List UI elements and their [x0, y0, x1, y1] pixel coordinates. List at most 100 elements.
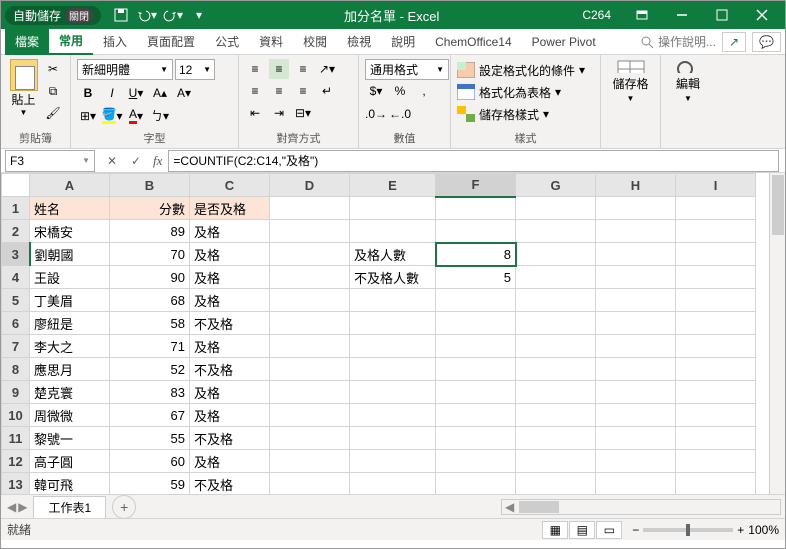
autosave-toggle[interactable]: 自動儲存 關閉	[5, 6, 101, 25]
cell-D9[interactable]	[270, 381, 350, 404]
cells-button[interactable]: 儲存格 ▼	[611, 59, 651, 103]
cell-E10[interactable]	[350, 404, 436, 427]
cell-G8[interactable]	[516, 358, 596, 381]
cell-F3[interactable]: 8	[436, 243, 516, 266]
align-middle-icon[interactable]: ≡	[269, 59, 289, 79]
cell-G11[interactable]	[516, 427, 596, 450]
cell-I9[interactable]	[676, 381, 756, 404]
col-header-D[interactable]: D	[270, 174, 350, 197]
zoom-in-icon[interactable]: +	[737, 523, 744, 537]
number-format-select[interactable]: 通用格式▼	[365, 59, 449, 80]
cell-B1[interactable]: 分數	[110, 197, 190, 220]
row-header-5[interactable]: 5	[2, 289, 30, 312]
decrease-decimal-icon[interactable]: ←.0	[389, 103, 411, 124]
cell-E2[interactable]	[350, 220, 436, 243]
cell-C4[interactable]: 及格	[190, 266, 270, 289]
copy-icon[interactable]: ⧉	[42, 81, 64, 101]
tab-file[interactable]: 檔案	[5, 29, 49, 55]
name-box[interactable]: F3▼	[5, 150, 95, 172]
row-header-12[interactable]: 12	[2, 450, 30, 473]
cell-I1[interactable]	[676, 197, 756, 220]
cell-I3[interactable]	[676, 243, 756, 266]
cell-C13[interactable]: 不及格	[190, 473, 270, 495]
align-bottom-icon[interactable]: ≡	[293, 59, 313, 79]
comments-button[interactable]: 💬	[752, 32, 781, 52]
row-header-3[interactable]: 3	[2, 243, 30, 266]
sheet-nav-prev-icon[interactable]: ◀	[7, 500, 16, 514]
cell-D3[interactable]	[270, 243, 350, 266]
cell-F8[interactable]	[436, 358, 516, 381]
cell-D6[interactable]	[270, 312, 350, 335]
cell-F13[interactable]	[436, 473, 516, 495]
cell-B8[interactable]: 52	[110, 358, 190, 381]
cell-E5[interactable]	[350, 289, 436, 312]
cell-B4[interactable]: 90	[110, 266, 190, 289]
tell-me-search[interactable]: 操作說明...	[640, 33, 716, 50]
cell-G9[interactable]	[516, 381, 596, 404]
cell-E11[interactable]	[350, 427, 436, 450]
row-header-11[interactable]: 11	[2, 427, 30, 450]
page-break-view-icon[interactable]: ▭	[596, 521, 622, 539]
cell-H6[interactable]	[596, 312, 676, 335]
merge-cells-icon[interactable]: ⊟▾	[293, 103, 313, 123]
align-right-icon[interactable]: ≡	[293, 81, 313, 101]
cell-E7[interactable]	[350, 335, 436, 358]
cell-A4[interactable]: 王設	[30, 266, 110, 289]
cell-B7[interactable]: 71	[110, 335, 190, 358]
font-name-select[interactable]: 新細明體▼	[77, 59, 173, 80]
row-header-10[interactable]: 10	[2, 404, 30, 427]
cell-G3[interactable]	[516, 243, 596, 266]
row-header-13[interactable]: 13	[2, 473, 30, 495]
bold-button[interactable]: B	[77, 82, 99, 103]
cell-B5[interactable]: 68	[110, 289, 190, 312]
comma-icon[interactable]: ,	[413, 80, 435, 101]
cell-D2[interactable]	[270, 220, 350, 243]
cancel-formula-icon[interactable]: ✕	[101, 151, 123, 171]
format-painter-icon[interactable]: 🖌	[42, 103, 64, 123]
format-as-table-button[interactable]: 格式化為表格▾	[457, 81, 594, 103]
cell-F9[interactable]	[436, 381, 516, 404]
cell-I7[interactable]	[676, 335, 756, 358]
cell-A6[interactable]: 廖紐是	[30, 312, 110, 335]
row-header-6[interactable]: 6	[2, 312, 30, 335]
ribbon-display-icon[interactable]	[623, 1, 661, 29]
cell-F2[interactable]	[436, 220, 516, 243]
conditional-formatting-button[interactable]: 設定格式化的條件▾	[457, 59, 594, 81]
cell-I8[interactable]	[676, 358, 756, 381]
cell-F1[interactable]	[436, 197, 516, 220]
col-header-C[interactable]: C	[190, 174, 270, 197]
cell-C6[interactable]: 不及格	[190, 312, 270, 335]
percent-icon[interactable]: %	[389, 80, 411, 101]
cell-B6[interactable]: 58	[110, 312, 190, 335]
cell-C10[interactable]: 及格	[190, 404, 270, 427]
cell-I13[interactable]	[676, 473, 756, 495]
cell-H10[interactable]	[596, 404, 676, 427]
enter-formula-icon[interactable]: ✓	[125, 151, 147, 171]
align-left-icon[interactable]: ≡	[245, 81, 265, 101]
row-header-9[interactable]: 9	[2, 381, 30, 404]
increase-decimal-icon[interactable]: .0→	[365, 103, 387, 124]
wrap-text-icon[interactable]: ↵	[317, 81, 337, 101]
underline-button[interactable]: U▾	[125, 82, 147, 103]
cell-H11[interactable]	[596, 427, 676, 450]
cell-C9[interactable]: 及格	[190, 381, 270, 404]
cell-E12[interactable]	[350, 450, 436, 473]
save-icon[interactable]	[109, 4, 133, 26]
formula-bar[interactable]: =COUNTIF(C2:C14,"及格")	[168, 150, 779, 172]
col-header-H[interactable]: H	[596, 174, 676, 197]
cell-E13[interactable]	[350, 473, 436, 495]
cell-G4[interactable]	[516, 266, 596, 289]
cut-icon[interactable]: ✂	[42, 59, 64, 79]
tab-view[interactable]: 檢視	[337, 29, 381, 55]
normal-view-icon[interactable]: ▦	[542, 521, 568, 539]
cell-G13[interactable]	[516, 473, 596, 495]
add-sheet-icon[interactable]: +	[112, 495, 136, 519]
cell-H4[interactable]	[596, 266, 676, 289]
cell-B9[interactable]: 83	[110, 381, 190, 404]
cell-H9[interactable]	[596, 381, 676, 404]
row-header-8[interactable]: 8	[2, 358, 30, 381]
cell-F7[interactable]	[436, 335, 516, 358]
cell-B10[interactable]: 67	[110, 404, 190, 427]
cell-F11[interactable]	[436, 427, 516, 450]
worksheet-grid[interactable]: ABCDEFGHI1姓名分數是否及格2宋橋安89及格3劉朝國70及格及格人數84…	[1, 173, 785, 494]
